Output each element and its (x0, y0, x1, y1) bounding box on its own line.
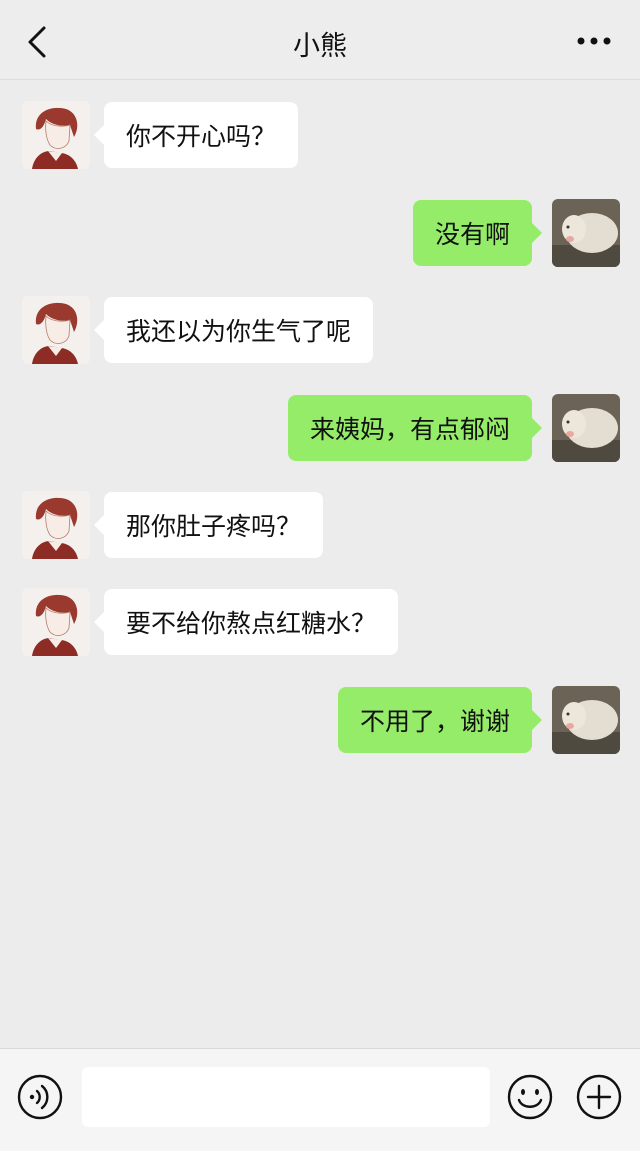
emoji-icon (507, 1074, 553, 1120)
user-avatar[interactable] (552, 686, 620, 754)
chat-screen: 小熊 你不开心吗？ 没有啊 我还以为你生气了呢 来姨妈，有点郁闷 那你肚子疼吗？… (0, 0, 640, 1151)
message-row-sent: 没有啊 (0, 199, 640, 271)
message-bubble[interactable]: 要不给你熬点红糖水？ (93, 589, 399, 655)
chat-title: 小熊 (293, 31, 347, 62)
more-functions-button[interactable] (575, 1073, 623, 1121)
sheep-avatar-icon (552, 394, 620, 462)
message-row-sent: 不用了，谢谢 (0, 686, 640, 758)
message-input[interactable] (82, 1067, 490, 1127)
emoji-button[interactable] (506, 1073, 554, 1121)
message-row-received: 我还以为你生气了呢 (0, 296, 640, 368)
sheep-avatar-icon (552, 686, 620, 754)
contact-avatar[interactable] (22, 296, 90, 364)
more-button[interactable] (574, 28, 614, 54)
message-bubble[interactable]: 那你肚子疼吗？ (93, 492, 324, 558)
chat-header: 小熊 (0, 0, 640, 80)
voice-button[interactable] (16, 1073, 64, 1121)
boy-avatar-icon (22, 491, 90, 559)
message-bubble[interactable]: 不用了，谢谢 (337, 687, 543, 753)
message-row-received: 要不给你熬点红糖水？ (0, 588, 640, 660)
boy-avatar-icon (22, 296, 90, 364)
plus-icon (576, 1074, 622, 1120)
user-avatar[interactable] (552, 394, 620, 462)
boy-avatar-icon (22, 588, 90, 656)
more-dots-icon (577, 37, 611, 45)
message-bubble[interactable]: 你不开心吗？ (93, 102, 299, 168)
contact-avatar[interactable] (22, 491, 90, 559)
contact-avatar[interactable] (22, 588, 90, 656)
message-row-received: 你不开心吗？ (0, 101, 640, 173)
voice-icon (17, 1074, 63, 1120)
message-bubble[interactable]: 我还以为你生气了呢 (93, 297, 374, 363)
contact-avatar[interactable] (22, 101, 90, 169)
message-bubble[interactable]: 没有啊 (412, 200, 543, 266)
boy-avatar-icon (22, 101, 90, 169)
message-row-received: 那你肚子疼吗？ (0, 491, 640, 563)
message-row-sent: 来姨妈，有点郁闷 (0, 394, 640, 466)
message-bubble[interactable]: 来姨妈，有点郁闷 (287, 395, 543, 461)
user-avatar[interactable] (552, 199, 620, 267)
sheep-avatar-icon (552, 199, 620, 267)
input-bar (0, 1048, 640, 1151)
